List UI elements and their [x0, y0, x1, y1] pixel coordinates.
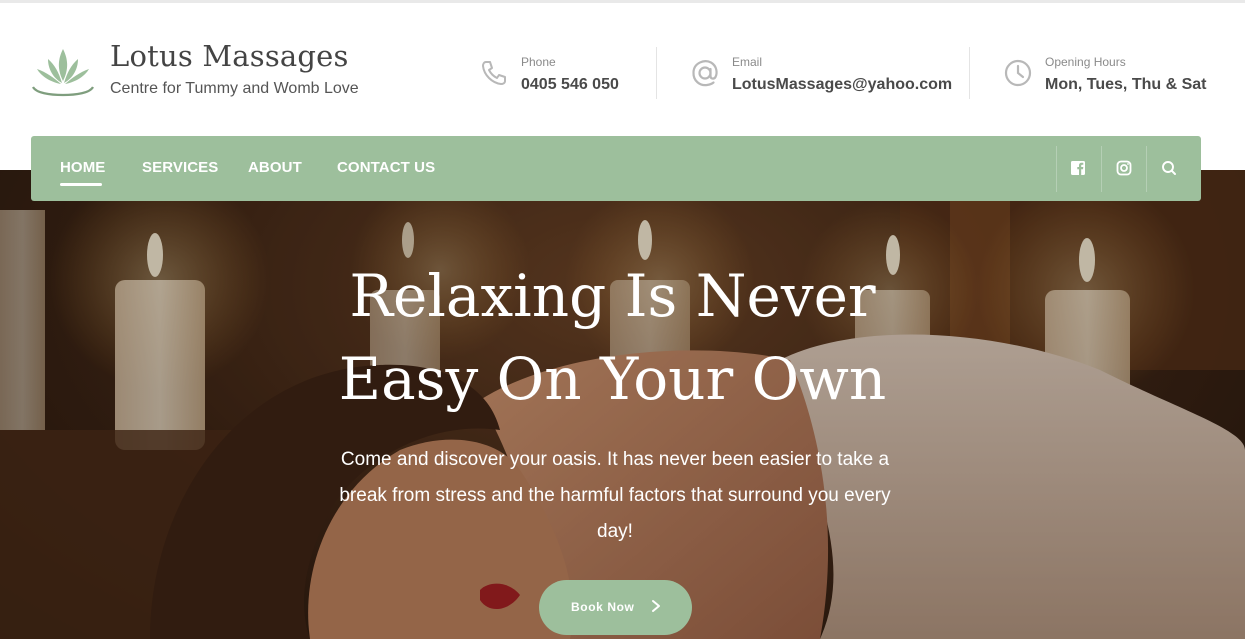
brand-tagline: Centre for Tummy and Womb Love: [110, 80, 359, 97]
nav-divider: [1101, 146, 1102, 192]
nav-item-home[interactable]: HOME: [60, 159, 105, 176]
header-divider: [656, 47, 657, 99]
nav-item-about[interactable]: ABOUT: [248, 159, 302, 176]
active-nav-indicator: [60, 183, 102, 186]
lotus-icon[interactable]: [30, 45, 96, 97]
nav-item-services[interactable]: SERVICES: [142, 159, 218, 176]
at-icon: [692, 60, 718, 87]
email-info[interactable]: Email LotusMassages@yahoo.com: [689, 43, 952, 99]
brand-title[interactable]: Lotus Massages: [110, 39, 349, 73]
hours-value: Mon, Tues, Thu & Sat: [1045, 76, 1207, 93]
clock-icon: [1004, 59, 1032, 87]
instagram-icon[interactable]: [1114, 158, 1134, 178]
email-label: Email: [732, 55, 763, 69]
hero-section: Relaxing Is Never Easy On Your Own Come …: [0, 170, 1245, 639]
nav-divider: [1146, 146, 1147, 192]
hours-label: Opening Hours: [1045, 55, 1126, 69]
search-icon[interactable]: [1159, 158, 1179, 178]
hero-subtext: Come and discover your oasis. It has nev…: [339, 449, 891, 542]
facebook-icon[interactable]: [1068, 158, 1088, 178]
hours-info: Opening Hours Mon, Tues, Thu & Sat: [1002, 43, 1212, 99]
phone-value[interactable]: 0405 546 050: [521, 76, 619, 94]
chevron-right-icon: [652, 600, 660, 612]
hero-headline-line1: Relaxing Is Never: [349, 262, 876, 330]
main-nav: HOME SERVICES ABOUT CONTACT US: [31, 136, 1201, 201]
email-value[interactable]: LotusMassages@yahoo.com: [732, 76, 952, 94]
book-now-label: Book Now: [571, 600, 635, 614]
phone-label: Phone: [521, 55, 556, 69]
nav-item-contact-us[interactable]: CONTACT US: [337, 159, 435, 176]
nav-divider: [1056, 146, 1057, 192]
phone-info[interactable]: Phone 0405 546 050: [478, 43, 648, 99]
hero-headline-line2: Easy On Your Own: [338, 345, 887, 413]
header-divider: [969, 47, 970, 99]
book-now-button[interactable]: Book Now: [539, 580, 692, 635]
phone-icon: [482, 61, 506, 85]
